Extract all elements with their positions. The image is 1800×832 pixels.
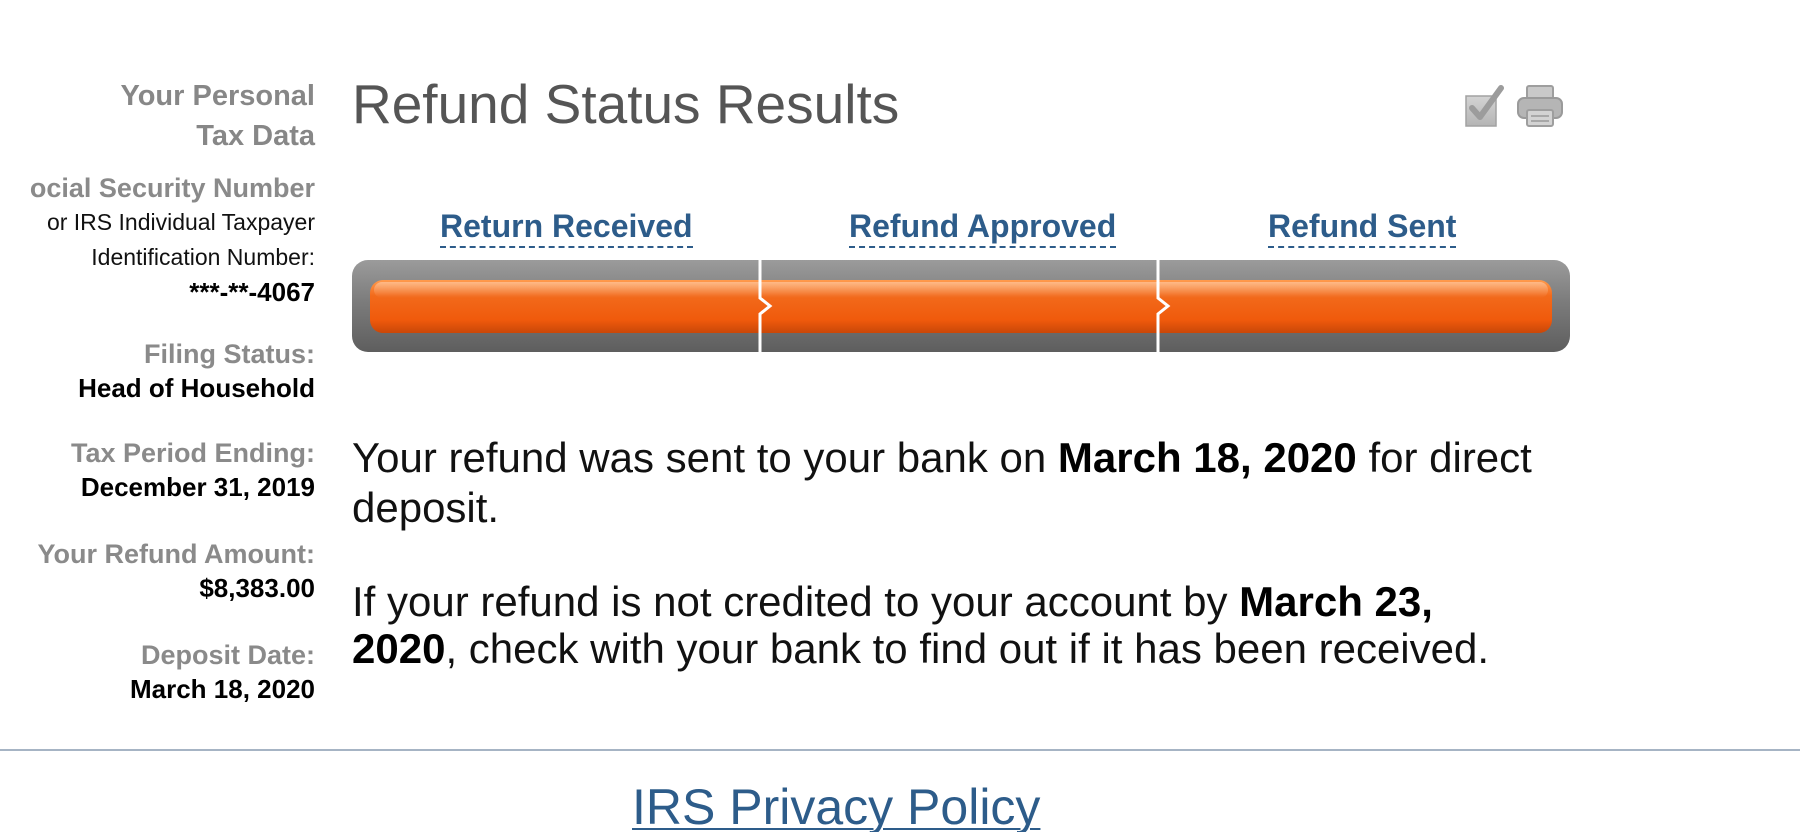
step-refund-approved[interactable]: Refund Approved — [849, 206, 1117, 248]
deposit-date-value: March 18, 2020 — [129, 674, 315, 704]
printer-icon[interactable] — [1516, 84, 1564, 128]
tax-period-label: Tax Period Ending: — [70, 438, 315, 468]
refund-sent-message: Your refund was sent to your bank on Mar… — [352, 433, 1542, 533]
deposit-date-group: Deposit Date: March 18, 2020 — [0, 638, 315, 706]
irs-privacy-policy-link[interactable]: IRS Privacy Policy — [632, 778, 1040, 832]
refund-status-page: Your Personal Tax Data ocial Security Nu… — [0, 0, 1800, 832]
filing-status-group: Filing Status: Head of Household — [0, 337, 315, 405]
bank-check-message: If your refund is not credited to your a… — [352, 578, 1542, 672]
page-title: Refund Status Results — [352, 73, 900, 135]
msg1-pre: Your refund was sent to your bank on — [352, 434, 1058, 481]
filing-status-label: Filing Status: — [144, 339, 315, 369]
msg1-date: March 18, 2020 — [1057, 434, 1357, 481]
ssn-sub-line1: or IRS Individual Taxpayer — [46, 209, 315, 235]
refund-amount-group: Your Refund Amount: $8,383.00 — [0, 537, 315, 605]
deposit-date-label: Deposit Date: — [140, 640, 315, 670]
tax-period-value: December 31, 2019 — [80, 472, 315, 502]
sidebar-heading-line1: Your Personal — [120, 80, 315, 112]
ssn-value: ***-**-4067 — [189, 277, 315, 307]
step-return-received[interactable]: Return Received — [440, 206, 693, 248]
refund-amount-label: Your Refund Amount: — [37, 539, 315, 569]
ssn-sub-line2: Identification Number: — [91, 244, 315, 270]
ssn-label: ocial Security Number — [29, 173, 315, 203]
progress-track-graphic — [352, 260, 1570, 352]
personal-tax-data-sidebar: Your Personal Tax Data ocial Security Nu… — [0, 76, 315, 706]
checkmark-icon[interactable] — [1464, 84, 1504, 128]
footer-divider — [0, 749, 1800, 751]
sidebar-heading-line2: Tax Data — [196, 120, 315, 152]
msg2-post: , check with your bank to find out if it… — [445, 625, 1490, 672]
msg2-pre: If your refund is not credited to your a… — [352, 578, 1240, 625]
ssn-group: ocial Security Number or IRS Individual … — [0, 171, 315, 309]
refund-steps: Return Received Refund Approved Refund S… — [352, 206, 1570, 248]
filing-status-value: Head of Household — [78, 373, 315, 403]
refund-progress-bar — [352, 260, 1570, 352]
tax-period-group: Tax Period Ending: December 31, 2019 — [0, 436, 315, 504]
step-refund-sent[interactable]: Refund Sent — [1268, 206, 1457, 248]
page-actions — [1464, 84, 1564, 128]
refund-amount-value: $8,383.00 — [199, 573, 315, 603]
